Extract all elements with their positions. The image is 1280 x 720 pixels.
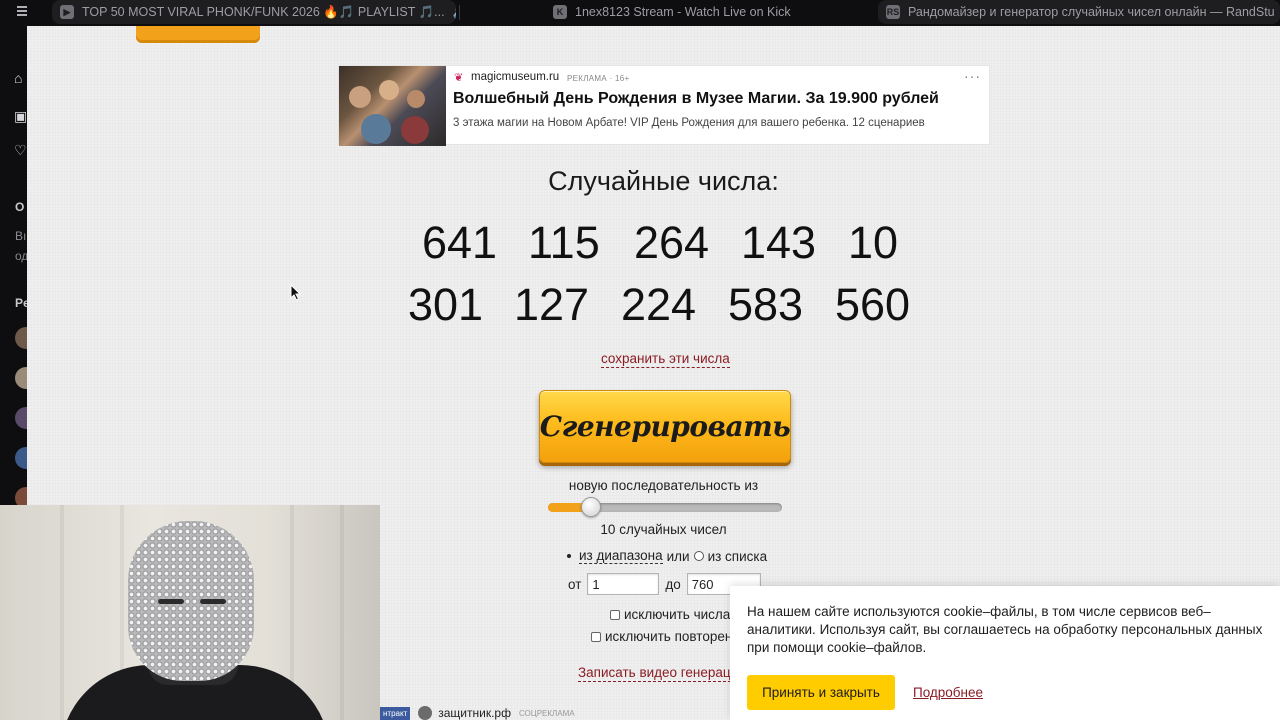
tab-phonk-playlist[interactable]: ▶ TOP 50 MOST VIRAL PHONK/FUNK 2026 🔥🎵 P… [52, 0, 456, 24]
kick-icon: K [553, 5, 567, 19]
home-icon[interactable]: ⌂ [14, 70, 27, 86]
record-video-link[interactable]: Записать видео генерац [578, 665, 731, 682]
speaker-icon[interactable]: 🔊 [453, 5, 456, 19]
generate-button[interactable]: Сгенерировать [539, 390, 791, 463]
mode-range-label[interactable]: из диапазона [579, 548, 663, 564]
result-number: 264 [634, 217, 710, 268]
exclude-repeats-option[interactable]: исключить повторен [591, 629, 732, 644]
ad-banner[interactable]: ❦ magicmuseum.ru РЕКЛАМА · 16+ Волшебный… [338, 65, 990, 146]
from-label: от [568, 576, 582, 592]
avatar[interactable] [15, 327, 27, 349]
result-number: 10 [848, 217, 899, 268]
top-orange-tab[interactable] [136, 26, 260, 43]
cookie-text: На нашем сайте используются cookie–файлы… [747, 604, 1263, 655]
ad-tag: нтракт [380, 706, 411, 720]
mode-selector: из диапазона или из списка [567, 548, 767, 564]
bottom-ad[interactable]: нтракт защитник.рф СОЦРЕКЛАМА [380, 706, 575, 720]
ad-domain[interactable]: magicmuseum.ru [471, 71, 559, 83]
sidebar-section-title: Рє [15, 296, 27, 310]
tab-separator [459, 5, 460, 20]
webcam-overlay [0, 505, 380, 720]
result-number: 127 [514, 279, 590, 330]
exclude-numbers-checkbox[interactable] [610, 609, 620, 620]
mode-or-label: или [666, 548, 690, 564]
result-number: 560 [835, 279, 911, 330]
more-options-icon[interactable]: ··· [964, 68, 981, 84]
result-number: 583 [728, 279, 804, 330]
ad-title[interactable]: Волшебный День Рождения в Музее Магии. З… [453, 90, 939, 108]
radio-range[interactable] [567, 554, 571, 558]
result-number: 301 [408, 279, 484, 330]
avatar[interactable] [15, 447, 27, 469]
results-heading: Случайные числа: [548, 166, 779, 196]
sidebar-text: Вı [15, 229, 27, 243]
youtube-icon: ▶ [60, 5, 74, 19]
cookie-banner: На нашем сайте используются cookie–файлы… [730, 586, 1280, 720]
radio-list[interactable] [693, 551, 704, 561]
save-numbers-link[interactable]: сохранить эти числа [601, 351, 730, 368]
exclude-numbers-label: исключить числа [624, 607, 731, 622]
randstuff-icon: RS [886, 5, 900, 19]
exclude-repeats-checkbox[interactable] [591, 631, 601, 642]
ad-image [339, 66, 446, 146]
sidebar-section-title: О [15, 200, 25, 214]
tab-randstuff[interactable]: RS Рандомайзер и генератор случайных чис… [878, 0, 1280, 24]
exclude-numbers-option[interactable]: исключить числа [610, 607, 730, 622]
tab-title: 1nex8123 Stream - Watch Live on Kick [575, 5, 791, 19]
ad-logo-icon [418, 706, 433, 720]
exclude-repeats-label: исключить повторен [605, 629, 733, 644]
cookie-more-link[interactable]: Подробнее [913, 685, 983, 700]
sequence-label: новую последовательность из [568, 478, 759, 493]
slider-thumb[interactable] [581, 497, 601, 517]
ad-label: СОЦРЕКЛАМА [518, 708, 575, 718]
subscriptions-icon[interactable]: ▣ [14, 108, 27, 124]
tab-title: Рандомайзер и генератор случайных чисел … [908, 5, 1275, 19]
avatar[interactable] [15, 407, 27, 429]
browser-tab-bar: ▶ TOP 50 MOST VIRAL PHONK/FUNK 2026 🔥🎵 P… [0, 0, 1280, 26]
sidebar-text: од [15, 249, 27, 263]
result-number: 115 [528, 217, 600, 268]
result-number: 641 [422, 217, 498, 268]
heart-icon[interactable]: ♡ [14, 142, 27, 158]
result-number: 224 [621, 279, 697, 330]
count-slider[interactable] [548, 497, 782, 517]
accept-cookies-button[interactable]: Принять и закрыть [747, 675, 895, 710]
tab-kick-stream[interactable]: K 1nex8123 Stream - Watch Live on Kick [545, 0, 875, 24]
ad-description: 3 этажа магии на Новом Арбате! VIP День … [453, 117, 925, 129]
tab-title: TOP 50 MOST VIRAL PHONK/FUNK 2026 🔥🎵 PLA… [82, 4, 445, 19]
ad-domain[interactable]: защитник.рф [438, 706, 511, 720]
spiked-mask [128, 521, 254, 681]
from-input[interactable] [587, 573, 660, 595]
mouse-cursor-icon [290, 283, 302, 302]
avatar[interactable] [15, 367, 27, 389]
menu-icon[interactable] [17, 6, 27, 18]
ad-label: РЕКЛАМА · 16+ [567, 74, 630, 83]
to-label: до [665, 576, 681, 592]
mode-list-label[interactable]: из списка [708, 549, 768, 564]
result-number: 143 [741, 217, 817, 268]
magicmuseum-logo-icon: ❦ [454, 72, 464, 84]
